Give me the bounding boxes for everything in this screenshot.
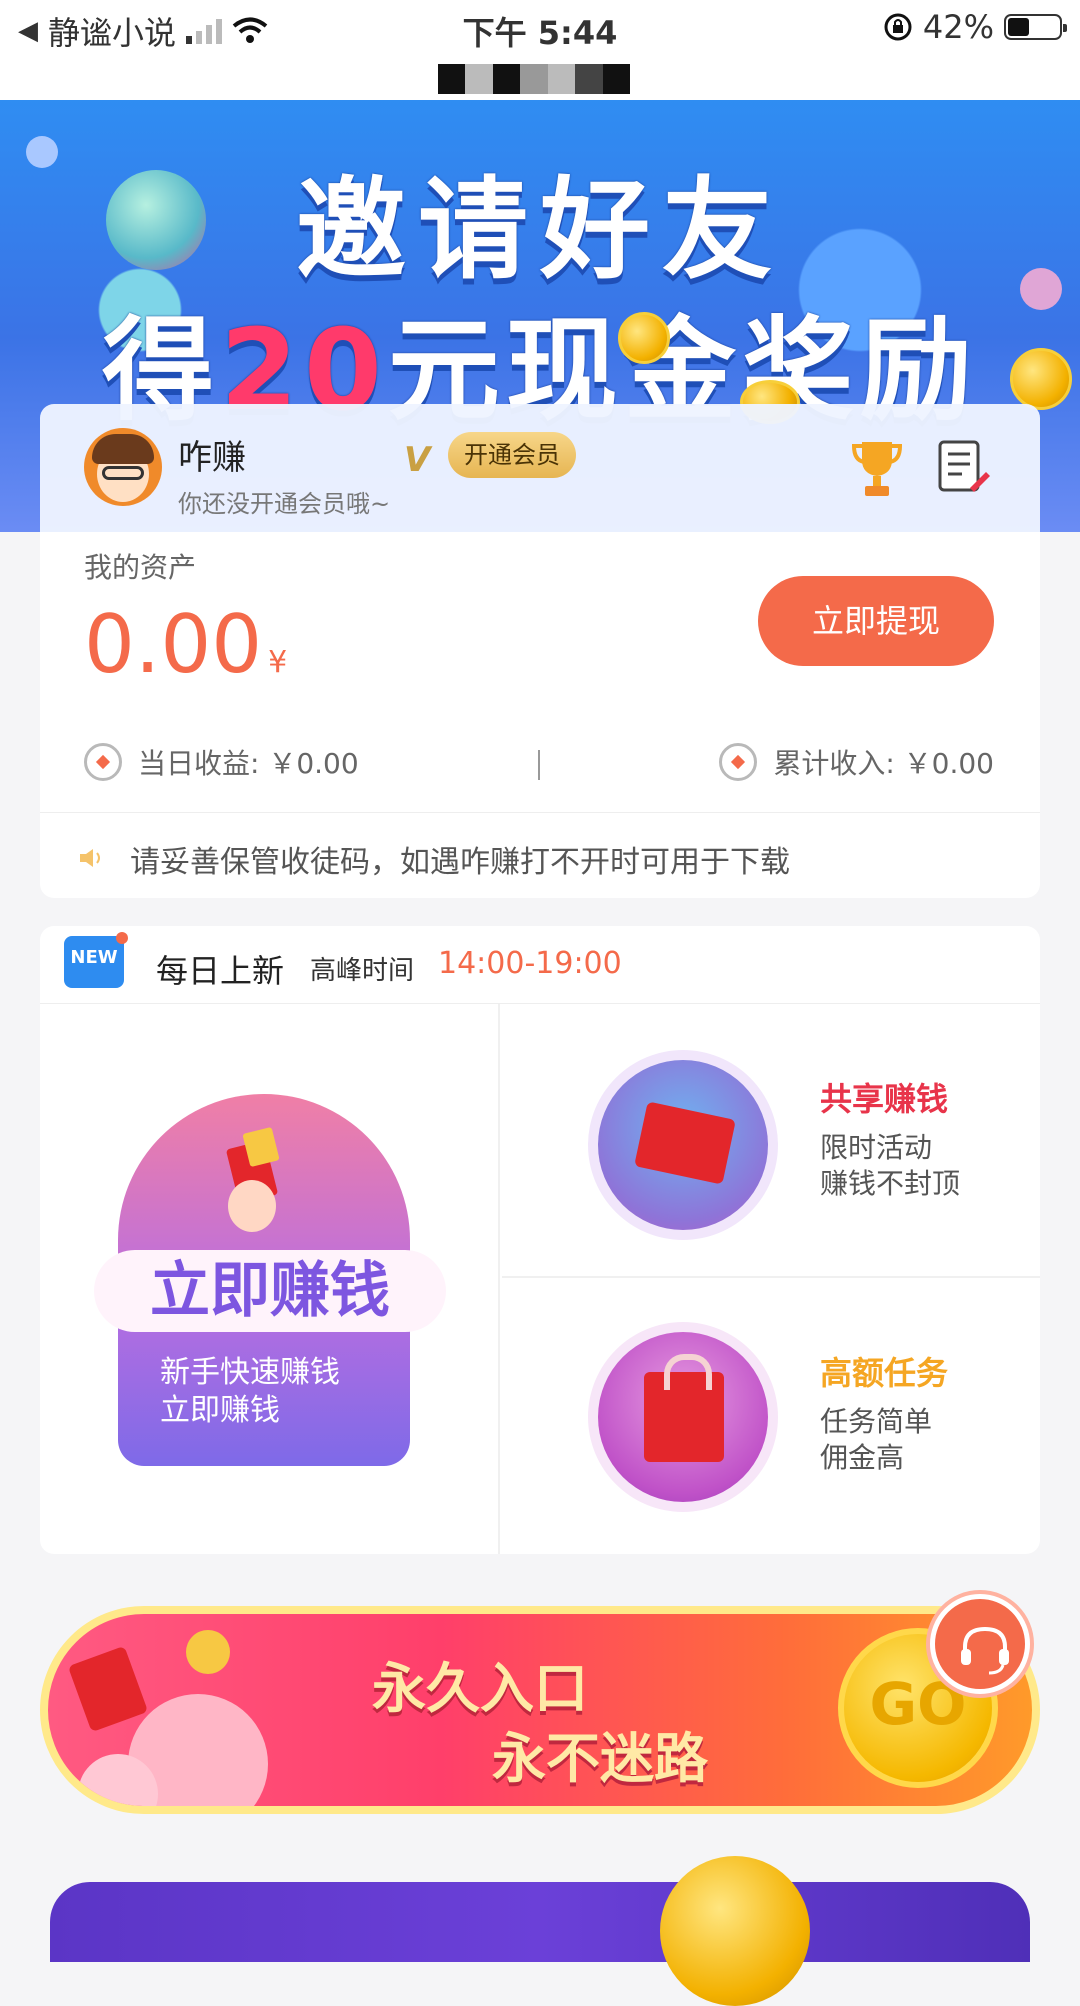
trophy-icon[interactable]: [852, 438, 902, 498]
hand-holding-envelope-icon: [226, 1127, 280, 1232]
earn-now-subtitle: 新手快速赚钱 立即赚钱: [160, 1355, 340, 1428]
daily-title: 每日上新: [156, 952, 285, 990]
next-banner[interactable]: [50, 1882, 1030, 1962]
assets-card: 我的资产 0.00 ¥ 立即提现 当日收益: ￥0.00 累计收入: ￥0.00 …: [40, 532, 1040, 898]
shopping-bag-icon: [598, 1332, 768, 1502]
avatar[interactable]: [84, 428, 162, 506]
open-membership-button[interactable]: 开通会员: [448, 432, 576, 478]
assets-amount: 0.00 ¥: [84, 598, 288, 691]
permanent-entry-banner[interactable]: 永久入口 永不迷路 GO: [40, 1606, 1040, 1814]
vip-icon: V: [404, 440, 431, 480]
share-earn-title: 共享赚钱: [820, 1080, 949, 1118]
battery-icon: [1004, 14, 1067, 40]
orientation-lock-icon: [884, 13, 912, 41]
membership-status: 你还没开通会员哦~: [178, 490, 391, 518]
banner-title: 邀请好友: [296, 166, 784, 294]
divider: [538, 750, 540, 780]
earn-now-tile[interactable]: 立即赚钱 新手快速赚钱 立即赚钱: [40, 1004, 500, 1554]
coin-icon: [660, 1856, 810, 2006]
customer-service-button[interactable]: [930, 1594, 1030, 1694]
redacted-block: [438, 64, 630, 94]
peak-time: 14:00-19:00: [438, 946, 622, 981]
share-earn-tile[interactable]: 共享赚钱 限时活动 赚钱不封顶: [502, 1004, 1040, 1278]
withdraw-button[interactable]: 立即提现: [758, 576, 994, 666]
headset-icon: [961, 1626, 1009, 1675]
earn-now-title: 立即赚钱: [94, 1250, 446, 1332]
daily-new-card: NEW 每日上新 高峰时间 14:00-19:00 立即赚钱 新手快速赚钱 立即…: [40, 926, 1040, 1554]
total-income[interactable]: 累计收入: ￥0.00: [719, 742, 994, 782]
user-card: 咋赚 你还没开通会员哦~ V 开通会员: [40, 404, 1040, 532]
user-name: 咋赚: [178, 438, 246, 478]
high-task-title: 高额任务: [820, 1354, 949, 1392]
notice-text: 请妥善保管收徒码，如遇咋赚打不开时可用于下载: [130, 845, 790, 880]
coin-icon: [618, 312, 670, 364]
battery-percent: 42%: [922, 8, 994, 46]
notice-bar: 请妥善保管收徒码，如遇咋赚打不开时可用于下载: [40, 812, 1040, 898]
piggy-bank-icon: [719, 743, 758, 781]
speaker-icon: [80, 849, 100, 867]
share-earn-subtitle: 限时活动 赚钱不封顶: [820, 1131, 961, 1200]
status-bar: ◀ 静谧小说 下午 5:44 42%: [0, 0, 1080, 100]
red-envelope-icon: [598, 1060, 768, 1230]
piggy-bank-icon: [84, 743, 122, 781]
high-task-subtitle: 任务简单 佣金高: [820, 1405, 933, 1474]
high-task-tile[interactable]: 高额任务 任务简单 佣金高: [502, 1278, 1040, 1554]
today-earnings[interactable]: 当日收益: ￥0.00: [84, 742, 359, 782]
peak-label: 高峰时间: [310, 956, 415, 986]
new-badge-icon: NEW: [64, 932, 128, 988]
assets-label: 我的资产: [84, 551, 197, 584]
notes-icon[interactable]: [936, 438, 992, 496]
coin-icon: [1010, 348, 1072, 410]
